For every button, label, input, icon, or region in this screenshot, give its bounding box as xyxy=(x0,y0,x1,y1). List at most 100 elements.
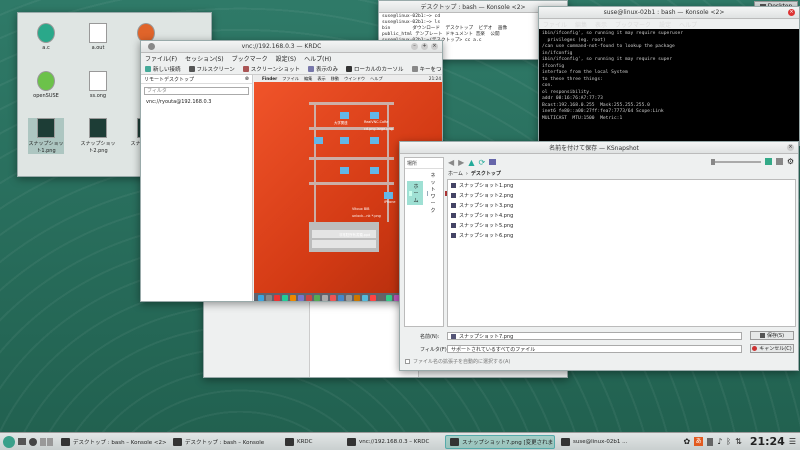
places-item[interactable]: ネットワーク xyxy=(425,171,441,216)
reload-icon[interactable]: ⟳ xyxy=(478,158,485,167)
file-item[interactable]: スナップショット4.png xyxy=(448,210,795,220)
mac-menu-item[interactable]: Finder xyxy=(262,76,277,81)
file-item[interactable]: スナップショット1.png xyxy=(448,180,795,190)
dock-app-icon[interactable] xyxy=(266,295,272,301)
dock-app-icon[interactable] xyxy=(338,295,344,301)
clipboard-icon[interactable] xyxy=(707,437,714,446)
mac-folder-label[interactable]: iPhone xyxy=(384,200,395,204)
desktop-file-icon[interactable]: a.c xyxy=(28,23,64,51)
filter-input[interactable]: フィルタ xyxy=(144,87,249,95)
breadcrumb-home[interactable]: ホーム xyxy=(448,170,463,177)
task-button[interactable]: デスクトップ : bash – Konsole <2> xyxy=(57,435,167,449)
settings-icon[interactable]: ⚙ xyxy=(787,157,794,166)
connection-item[interactable]: vnc://ryouta@192.168.0.3 xyxy=(141,98,252,106)
krdc-menu-item[interactable]: ヘルプ(H) xyxy=(304,54,331,63)
volume-icon[interactable]: ♪ xyxy=(717,437,722,446)
krdc-titlebar[interactable]: vnc://192.168.0.3 — KRDC – + × xyxy=(141,41,442,53)
mac-folder-label[interactable]: 大学関連 xyxy=(334,120,348,125)
local-cursor-button[interactable]: ローカルのカーソル xyxy=(346,65,404,73)
dock-app-icon[interactable] xyxy=(298,295,304,301)
panel-toolbox-icon[interactable]: ☰ xyxy=(789,437,796,446)
dock-app-icon[interactable] xyxy=(378,295,384,301)
browser-icon[interactable] xyxy=(29,437,37,446)
input-method-icon[interactable]: あ xyxy=(694,437,704,446)
maximize-icon[interactable]: + xyxy=(421,43,428,50)
new-folder-icon[interactable] xyxy=(489,159,497,165)
close-icon[interactable]: × xyxy=(431,43,438,50)
dock-app-icon[interactable] xyxy=(346,295,352,301)
dock-app-icon[interactable] xyxy=(306,295,312,301)
dock-app-icon[interactable] xyxy=(386,295,392,301)
file-item[interactable]: スナップショット5.png xyxy=(448,220,795,230)
konsole-terminal[interactable]: ibin/ifconfig', so running it may requir… xyxy=(539,29,799,124)
task-button[interactable]: デスクトップ : bash – Konsole xyxy=(169,435,279,449)
task-button[interactable]: vnc://192.168.0.3 – KRDC xyxy=(343,435,443,449)
desktop-file-icon[interactable]: スナップショット2.png xyxy=(80,118,116,154)
konsole-titlebar[interactable]: suse@linux-02b1 : bash — Konsole <2> × xyxy=(539,7,799,19)
places-item[interactable]: ホーム xyxy=(407,181,424,205)
new-connection-button[interactable]: 新しい接続 xyxy=(145,65,181,73)
close-panel-icon[interactable]: ⊗ xyxy=(245,76,249,82)
menu-item[interactable]: ヘルプ xyxy=(679,20,697,29)
desktop-file-icon[interactable]: openSUSE xyxy=(28,71,64,99)
minimize-icon[interactable]: – xyxy=(411,43,418,50)
grab-keys-button[interactable]: キーをつかむ xyxy=(411,65,442,73)
krdc-menu-item[interactable]: ブックマーク xyxy=(232,54,268,63)
forward-icon[interactable]: ▶ xyxy=(458,158,464,167)
mac-menu-item[interactable]: 表示 xyxy=(317,76,325,82)
krdc-menu-item[interactable]: ファイル(F) xyxy=(145,54,177,63)
screenshot-button[interactable]: スクリーンショット xyxy=(242,65,300,73)
up-icon[interactable]: ▲ xyxy=(468,158,474,167)
zoom-slider[interactable] xyxy=(710,158,761,165)
bug-icon[interactable]: ✿ xyxy=(683,437,690,446)
network-icon[interactable]: ⇅ xyxy=(735,437,742,446)
desktop-file-icon[interactable]: スナップショット1.png xyxy=(28,118,64,154)
menu-item[interactable]: 表示 xyxy=(595,20,607,29)
task-button[interactable]: suse@linux-02b1 ... xyxy=(557,435,632,449)
bluetooth-icon[interactable]: ᛒ xyxy=(726,437,731,446)
mac-menu-item[interactable]: 移動 xyxy=(331,76,339,82)
menu-item[interactable]: ブックマーク xyxy=(615,20,651,29)
dock-app-icon[interactable] xyxy=(322,295,328,301)
view-only-button[interactable]: 表示のみ xyxy=(307,65,338,73)
file-item[interactable]: スナップショット6.png xyxy=(448,230,795,240)
desktop-file-icon[interactable]: a.out xyxy=(80,23,116,51)
task-button[interactable]: KRDC xyxy=(281,435,341,449)
dock-app-icon[interactable] xyxy=(354,295,360,301)
menu-item[interactable]: ファイル xyxy=(543,20,567,29)
icon-view-icon[interactable] xyxy=(764,158,772,165)
save-dialog-titlebar[interactable]: 名前を付けて保存 — KSnapshot × xyxy=(400,142,798,154)
detail-view-icon[interactable] xyxy=(775,158,783,165)
mac-menu-item[interactable]: 編集 xyxy=(304,76,312,82)
filename-input[interactable]: スナップショット7.png xyxy=(447,332,742,340)
window-menu-icon[interactable] xyxy=(148,43,155,50)
mac-folder-label[interactable]: RealVNC.CoRe xyxy=(364,120,388,124)
krdc-menu-item[interactable]: セッション(S) xyxy=(185,54,224,63)
mac-menu-item[interactable]: ヘルプ xyxy=(370,76,383,82)
kickoff-menu-icon[interactable] xyxy=(3,435,15,448)
cancel-button[interactable]: キャンセル(C) xyxy=(750,344,794,353)
dock-app-icon[interactable] xyxy=(274,295,280,301)
mac-folder-label[interactable]: Vitoux BIB xyxy=(352,207,369,211)
file-item[interactable]: スナップショット2.png xyxy=(448,190,795,200)
back-icon[interactable]: ◀ xyxy=(448,158,454,167)
close-icon[interactable]: × xyxy=(787,144,794,151)
dock-app-icon[interactable] xyxy=(330,295,336,301)
fullscreen-button[interactable]: フルスクリーン xyxy=(188,65,235,73)
breadcrumb-desktop[interactable]: デスクトップ xyxy=(471,170,501,177)
save-button[interactable]: 保存(S) xyxy=(750,331,794,340)
dock-app-icon[interactable] xyxy=(370,295,376,301)
dock-app-icon[interactable] xyxy=(258,295,264,301)
filter-select[interactable]: サポートされているすべてのファイル xyxy=(447,345,742,353)
pager-icon[interactable] xyxy=(40,437,53,446)
mac-folder-label[interactable]: unlock...nk *.png xyxy=(352,214,381,218)
menu-item[interactable]: 編集 xyxy=(575,20,587,29)
krdc-menu-item[interactable]: 設定(S) xyxy=(276,54,297,63)
dock-app-icon[interactable] xyxy=(290,295,296,301)
file-item[interactable]: スナップショット3.png xyxy=(448,200,795,210)
dock-app-icon[interactable] xyxy=(282,295,288,301)
dock-app-icon[interactable] xyxy=(314,295,320,301)
task-button[interactable]: スナップショット7.png [変更されました] ... xyxy=(445,434,555,449)
mac-menu-item[interactable]: ウインドウ xyxy=(344,76,365,82)
auto-extension-checkbox[interactable]: ファイル名の拡張子を自動的に選択する(A) xyxy=(405,358,510,365)
